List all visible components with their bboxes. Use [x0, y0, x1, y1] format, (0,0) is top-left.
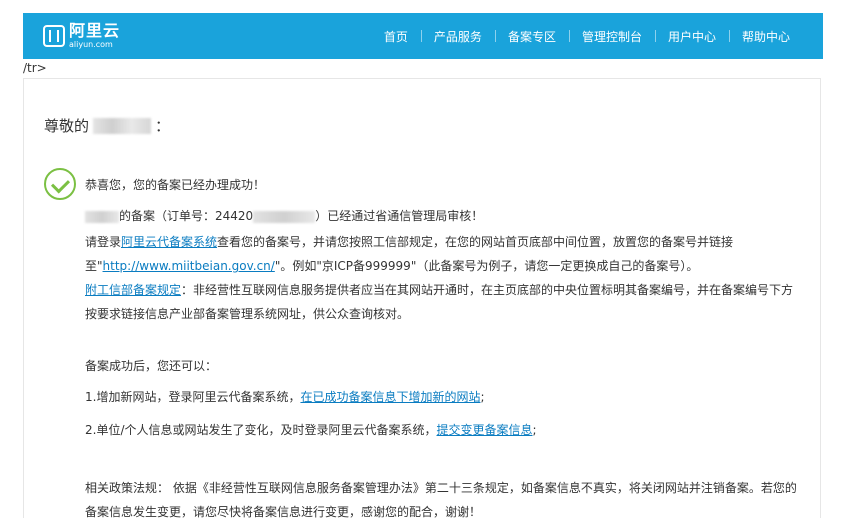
success-check-icon: [44, 168, 76, 200]
redacted-order-number: [253, 210, 316, 223]
main-nav: 首页 产品服务 备案专区 管理控制台 用户中心 帮助中心: [371, 13, 803, 59]
stray-markup-text: /tr>: [23, 61, 47, 75]
after-item-2-end: ;: [532, 423, 537, 437]
top-header: 阿里云 aliyun.com 首页 产品服务 备案专区 管理控制台 用户中心 帮…: [23, 13, 823, 59]
instruction-paragraph: 请登录阿里云代备案系统查看您的备案号，并请您按照工信部规定，在您的网站首页底部中…: [85, 230, 793, 326]
nav-console[interactable]: 管理控制台: [568, 28, 655, 45]
record-line-part1: 的备案（订单号：24420: [119, 209, 254, 223]
greeting: 尊敬的 ：: [44, 115, 170, 136]
after-item-1: 1.增加新网站，登录阿里云代备案系统，在已成功备案信息下增加新的网站;: [85, 385, 485, 409]
after-item-2: 2.单位/个人信息或网站发生了变化，及时登录阿里云代备案系统，提交变更备案信息;: [85, 418, 537, 442]
add-new-site-link[interactable]: 在已成功备案信息下增加新的网站: [300, 390, 480, 404]
greeting-suffix: ：: [155, 117, 171, 135]
para1-a: 请登录: [85, 235, 122, 249]
success-message: 恭喜您，您的备案已经办理成功！: [85, 178, 266, 192]
redacted-name: [93, 117, 152, 134]
redacted-domain: [85, 210, 119, 223]
beian-system-link[interactable]: 阿里云代备案系统: [121, 235, 217, 249]
para2-a: ：非经营性互联网信息服务提供者应当在其网站开通时，在主页底部的中央位置标明其备案…: [181, 283, 794, 297]
after-item-1-end: ;: [480, 390, 485, 404]
nav-products[interactable]: 产品服务: [420, 28, 495, 45]
submit-change-link[interactable]: 提交变更备案信息: [437, 423, 533, 437]
logo-domain: aliyun.com: [69, 40, 113, 49]
para2-b: 按要求链接信息产业部备案管理系统网址，供公众查询核对。: [85, 307, 410, 321]
nav-user-center[interactable]: 用户中心: [654, 28, 729, 45]
after-item-1-text: 1.增加新网站，登录阿里云代备案系统，: [85, 390, 301, 404]
after-item-2-text: 2.单位/个人信息或网站发生了变化，及时登录阿里云代备案系统，: [85, 423, 437, 437]
policy-line-2: 备案信息发生变更，请您尽快将备案信息进行变更，感谢您的配合，谢谢！: [85, 505, 482, 519]
aliyun-logo-icon: [43, 25, 65, 47]
logo-name: 阿里云: [69, 21, 121, 40]
nav-help-center[interactable]: 帮助中心: [728, 28, 803, 45]
aliyun-logo[interactable]: 阿里云 aliyun.com: [43, 22, 120, 50]
para1-b: 查看您的备案号，并请您按照工信部规定，在您的网站首页底部中间位置，放置您的备案号…: [217, 235, 734, 249]
nav-beian[interactable]: 备案专区: [494, 28, 569, 45]
para1-d: "。例如"京ICP备999999"（此备案号为例子，请您一定更换成自己的备案号）…: [274, 259, 699, 273]
after-success-intro: 备案成功后，您还可以：: [85, 359, 218, 373]
record-line-part2: ）已经通过省通信管理局审核！: [315, 209, 484, 223]
policy-paragraph: 相关政策法规： 依据《非经营性互联网信息服务备案管理办法》第二十三条规定，如备案…: [85, 476, 797, 524]
miit-regulation-link[interactable]: 附工信部备案规定: [85, 283, 181, 297]
policy-line-1: 相关政策法规： 依据《非经营性互联网信息服务备案管理办法》第二十三条规定，如备案…: [85, 481, 797, 495]
record-line: 的备案（订单号：24420 ）已经通过省通信管理局审核！: [85, 204, 483, 228]
miitbeian-url-link[interactable]: http://www.miitbeian.gov.cn/: [103, 259, 275, 273]
nav-home[interactable]: 首页: [371, 28, 421, 45]
greeting-prefix: 尊敬的: [44, 117, 90, 135]
para1-c: 至": [85, 259, 103, 273]
email-content: 尊敬的 ： 恭喜您，您的备案已经办理成功！ 的备案（订单号：24420 ）已经通过…: [23, 78, 821, 519]
